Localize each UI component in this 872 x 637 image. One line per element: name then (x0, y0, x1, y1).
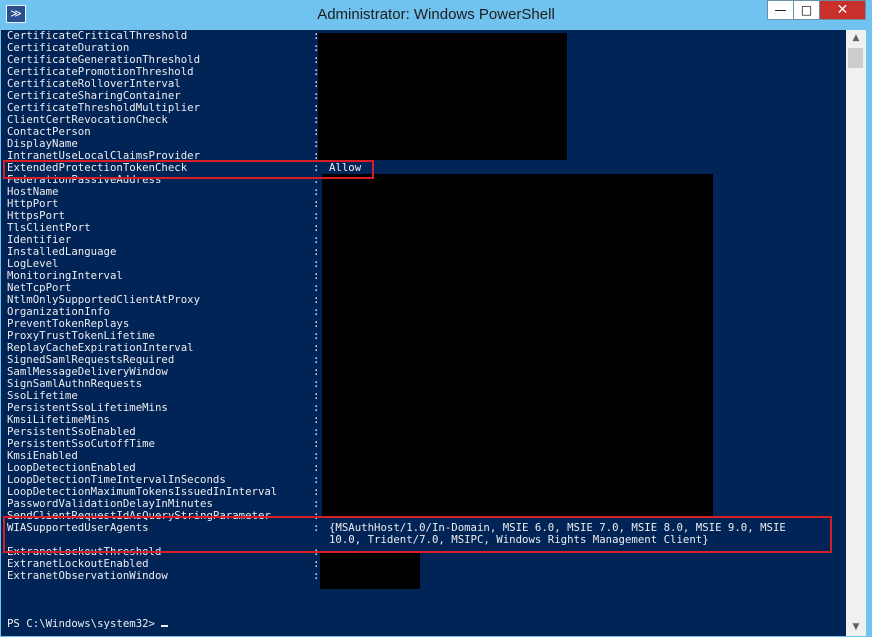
console-output: CertificateCriticalThreshold: Certificate… (7, 30, 786, 582)
command-prompt[interactable]: PS C:\Windows\system32> (7, 618, 168, 630)
vertical-scrollbar[interactable]: ▲ ▼ (846, 30, 866, 636)
console-line: TlsClientPort: (7, 222, 786, 234)
console-line: PersistentSsoLifetimeMins: (7, 402, 786, 414)
prompt-text: PS C:\Windows\system32> (7, 617, 155, 630)
scrollbar-thumb[interactable] (848, 48, 863, 68)
window-title: Administrator: Windows PowerShell (317, 6, 555, 23)
close-button[interactable]: ✕ (819, 0, 866, 20)
property-name: ExtranetObservationWindow (7, 569, 168, 582)
powershell-window: ≫ Administrator: Windows PowerShell — □ … (0, 0, 872, 637)
console-line: Identifier: (7, 234, 786, 246)
console-line: ClientCertRevocationCheck: (7, 114, 786, 126)
scroll-up-arrow-icon[interactable]: ▲ (846, 30, 866, 47)
console-line: SignSamlAuthnRequests: (7, 378, 786, 390)
title-bar[interactable]: ≫ Administrator: Windows PowerShell — □ … (0, 0, 872, 30)
console-line: ExtranetObservationWindow: (7, 570, 786, 582)
property-separator: : (313, 569, 320, 582)
console-line: LogLevel: (7, 258, 786, 270)
console-line: HttpsPort: (7, 210, 786, 222)
console-line: MonitoringInterval: (7, 270, 786, 282)
console-line: PersistentSsoCutoffTime: (7, 438, 786, 450)
console-line: ContactPerson: (7, 126, 786, 138)
window-controls: — □ ✕ (767, 0, 866, 21)
scroll-down-arrow-icon[interactable]: ▼ (846, 619, 866, 636)
console-line: HttpPort: (7, 198, 786, 210)
text-cursor (161, 625, 168, 627)
minimize-button[interactable]: — (767, 0, 794, 20)
maximize-button[interactable]: □ (793, 0, 820, 20)
console-line: NtlmOnlySupportedClientAtProxy: (7, 294, 786, 306)
highlight-box-wia-user-agents (3, 516, 832, 553)
highlight-box-extended-protection (3, 160, 374, 179)
console-line: InstalledLanguage: (7, 246, 786, 258)
console-area[interactable]: CertificateCriticalThreshold: Certificate… (1, 30, 846, 636)
console-line: HostName: (7, 186, 786, 198)
